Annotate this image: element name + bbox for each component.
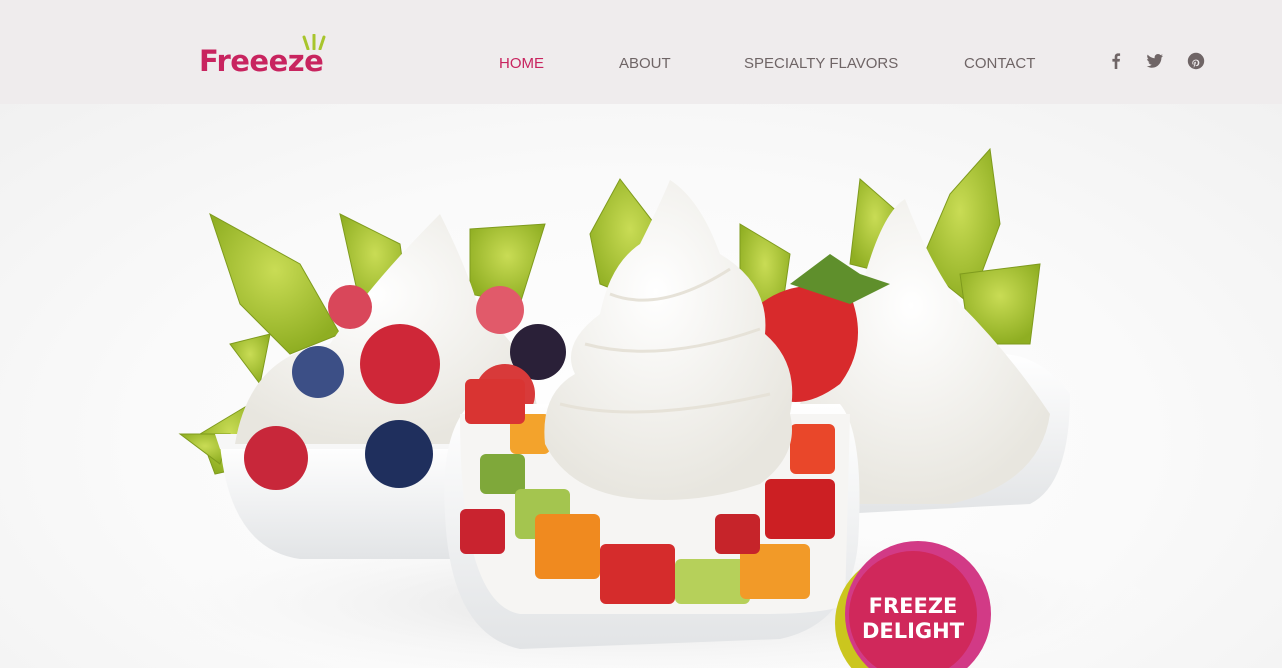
frozen-yogurt-image [80, 147, 1200, 668]
badge-text: FREEZE DELIGHT [849, 594, 977, 644]
twitter-icon[interactable] [1145, 51, 1165, 71]
hero-banner [0, 104, 1282, 668]
badge-line-1: FREEZE [868, 594, 958, 618]
badge-line-2: DELIGHT [861, 619, 965, 643]
nav-specialty-flavors[interactable]: SPECIALTY FLAVORS [744, 55, 898, 72]
freeze-delight-badge[interactable]: FREEZE DELIGHT [835, 541, 995, 668]
site-header: Freeeze HOME ABOUT SPECIALTY FLAVORS CON… [0, 0, 1282, 104]
nav-about[interactable]: ABOUT [619, 55, 671, 72]
nav-contact[interactable]: CONTACT [964, 55, 1035, 72]
sprout-icon [302, 34, 326, 50]
logo[interactable]: Freeeze [199, 34, 349, 80]
facebook-icon[interactable] [1106, 51, 1126, 71]
pinterest-icon[interactable] [1186, 51, 1206, 71]
nav-home[interactable]: HOME [499, 55, 544, 72]
